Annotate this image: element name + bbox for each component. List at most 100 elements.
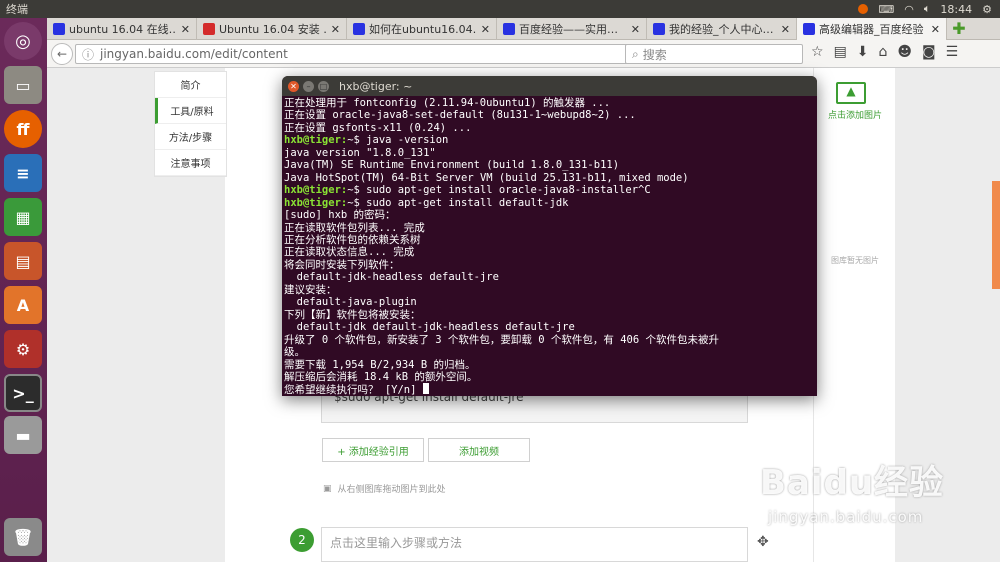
step-input[interactable]: 点击这里输入步骤或方法 (321, 527, 748, 562)
drag-hint-text: 从右侧图库拖动图片到此处 (337, 485, 446, 495)
close-icon[interactable]: ✕ (781, 23, 790, 36)
drive-icon[interactable]: ▬ (4, 416, 42, 454)
tab-3[interactable]: 百度经验——实用… ✕ (497, 18, 647, 40)
add-reference-button[interactable]: + 添加经验引用 (322, 438, 424, 462)
terminal-prompt: hxb@tiger: (284, 134, 348, 147)
writer-icon[interactable]: ≡ (4, 154, 42, 192)
software-center-icon[interactable]: A (4, 286, 42, 324)
terminal-line: 将会同时安装下列软件： (284, 259, 815, 271)
keyboard-icon[interactable]: ⌨ (878, 3, 894, 16)
new-tab-button[interactable]: ✚ (947, 18, 971, 39)
back-button[interactable]: ← (51, 42, 73, 65)
settings-icon[interactable]: ⚙ (4, 330, 42, 368)
firefox-icon[interactable]: ff (4, 110, 42, 148)
terminal-window[interactable]: ✕ – □ hxb@tiger: ~ 正在处理用于 fontconfig (2.… (282, 76, 817, 396)
download-icon[interactable]: ⬇ (857, 44, 869, 60)
info-icon[interactable]: ⓘ (82, 46, 94, 63)
terminal-text: default-jdk default-jdk-headless default… (284, 321, 575, 334)
terminal-line: 需要下载 1,954 B/2,934 B 的归档。 (284, 359, 815, 371)
terminal-text: 正在读取软件包列表... 完成 (284, 221, 425, 234)
firefox-icon[interactable] (858, 4, 869, 14)
home-icon[interactable]: ⌂ (879, 44, 888, 60)
terminal-line: 升级了 0 个软件包，新安装了 3 个软件包，要卸载 0 个软件包，有 406 … (284, 334, 815, 346)
gear-icon[interactable]: ⚙ (982, 3, 992, 16)
terminal-text: 将会同时安装下列软件： (284, 258, 400, 271)
add-image-link[interactable]: 点击添加图片 (816, 108, 894, 121)
terminal-output[interactable]: 正在处理用于 fontconfig (2.11.94-0ubuntu1) 的触发… (282, 96, 817, 396)
close-icon[interactable]: ✕ (931, 23, 940, 36)
minimize-icon[interactable]: – (303, 80, 314, 92)
terminal-text: 正在设置 gsfonts-x11 (0.24) ... (284, 121, 472, 134)
baidu-paw-icon (653, 23, 665, 35)
terminal-text: Java(TM) SE Runtime Environment (build 1… (284, 159, 620, 172)
section-nav-steps[interactable]: 方法/步骤 (155, 124, 226, 150)
feedback-tab[interactable] (992, 181, 1000, 289)
menu-icon[interactable]: ☰ (946, 44, 959, 60)
empty-gallery-text: 图库暂无图片 (831, 256, 879, 265)
close-icon[interactable]: ✕ (481, 23, 490, 36)
terminal-prompt: hxb@tiger: (284, 184, 348, 197)
terminal-text: ~$ java -version (347, 134, 449, 147)
terminal-text: 需要下载 1,954 B/2,934 B 的归档。 (284, 358, 476, 371)
terminal-text: 建议安装： (284, 283, 337, 296)
search-placeholder: 搜索 (642, 47, 667, 62)
browser-navbar: ← ⓘ jingyan.baidu.com/edit/content ↻ ⌕ 搜… (47, 40, 1000, 68)
terminal-line: Java HotSpot(TM) 64-Bit Server VM (build… (284, 172, 815, 184)
csdn-icon (203, 23, 215, 35)
tab-0[interactable]: ubuntu 16.04 在线… ✕ (47, 18, 197, 40)
terminal-cursor (422, 383, 429, 395)
terminal-text: Java HotSpot(TM) 64-Bit Server VM (build… (284, 171, 689, 184)
terminal-line: [sudo] hxb 的密码： (284, 209, 815, 221)
baidu-paw-icon (803, 23, 815, 35)
search-input[interactable]: ⌕ 搜索 (625, 44, 803, 64)
terminal-text: 升级了 0 个软件包，新安装了 3 个软件包，要卸载 0 个软件包，有 406 … (284, 333, 719, 346)
bookmark-star-icon[interactable]: ☆ (811, 44, 824, 60)
tab-4[interactable]: 我的经验_个人中心… ✕ (647, 18, 797, 40)
terminal-line: 解压缩后会消耗 18.4 kB 的额外空间。 (284, 371, 815, 383)
terminal-icon[interactable]: >_ (4, 374, 42, 412)
section-nav-tools[interactable]: 工具/原料 (155, 98, 226, 124)
terminal-line: 正在分析软件包的依赖关系树 (284, 234, 815, 246)
close-icon[interactable]: ✕ (288, 80, 299, 92)
volume-icon[interactable]: 🔈︎ (924, 2, 931, 16)
reading-list-icon[interactable]: ▤ (834, 44, 847, 60)
files-icon[interactable]: ▭ (4, 66, 42, 104)
impress-icon[interactable]: ▤ (4, 242, 42, 280)
section-nav-intro[interactable]: 简介 (155, 72, 226, 98)
terminal-text: 正在设置 oracle-java8-set-default (8u131-1~w… (284, 109, 636, 122)
add-image-icon[interactable]: ▲ (836, 82, 866, 104)
terminal-title: hxb@tiger: ~ (339, 79, 413, 93)
terminal-text: 下列【新】软件包将被安装： (284, 308, 421, 321)
toolbar-icons: ☆ ▤ ⬇ ⌂ ☻ ◙ ☰ (811, 44, 958, 60)
close-icon[interactable]: ✕ (181, 23, 190, 36)
step-placeholder: 点击这里输入步骤或方法 (330, 536, 463, 550)
system-tray: ⌨ ◠ 🔈︎ 18:44 ⚙ (858, 2, 1000, 16)
maximize-icon[interactable]: □ (318, 80, 329, 92)
close-icon[interactable]: ✕ (331, 23, 340, 36)
add-video-button[interactable]: 添加视频 (428, 438, 530, 462)
terminal-line: hxb@tiger:~$ java -version (284, 134, 815, 146)
terminal-line: 下列【新】软件包将被安装： (284, 309, 815, 321)
calc-icon[interactable]: ▦ (4, 198, 42, 236)
terminal-line: 正在设置 oracle-java8-set-default (8u131-1~w… (284, 109, 815, 121)
chat-icon[interactable]: ☻ (897, 44, 912, 60)
pocket-icon[interactable]: ◙ (922, 44, 936, 60)
ubuntu-dash-icon[interactable]: ◎ (4, 22, 42, 60)
wifi-icon[interactable]: ◠ (904, 3, 914, 16)
terminal-line: Java(TM) SE Runtime Environment (build 1… (284, 159, 815, 171)
terminal-text: 您希望继续执行吗？ [Y/n] (284, 384, 423, 396)
url-bar[interactable]: ⓘ jingyan.baidu.com/edit/content ↻ (75, 44, 669, 64)
clock[interactable]: 18:44 (940, 3, 972, 16)
terminal-prompt: hxb@tiger: (284, 196, 348, 209)
search-icon: ⌕ (632, 46, 639, 61)
tab-1[interactable]: Ubuntu 16.04 安装 … ✕ (197, 18, 347, 40)
tab-5[interactable]: 高级编辑器_百度经验 ✕ (797, 18, 947, 40)
terminal-line: 正在设置 gsfonts-x11 (0.24) ... (284, 122, 815, 134)
section-nav-notes[interactable]: 注意事项 (155, 150, 226, 176)
tab-2[interactable]: 如何在ubuntu16.04… ✕ (347, 18, 497, 40)
close-icon[interactable]: ✕ (631, 23, 640, 36)
terminal-line: default-java-plugin (284, 296, 815, 308)
trash-icon[interactable]: 🗑︎ (4, 518, 42, 556)
terminal-titlebar[interactable]: ✕ – □ hxb@tiger: ~ (282, 76, 817, 96)
terminal-text: 正在读取状态信息... 完成 (284, 246, 415, 259)
